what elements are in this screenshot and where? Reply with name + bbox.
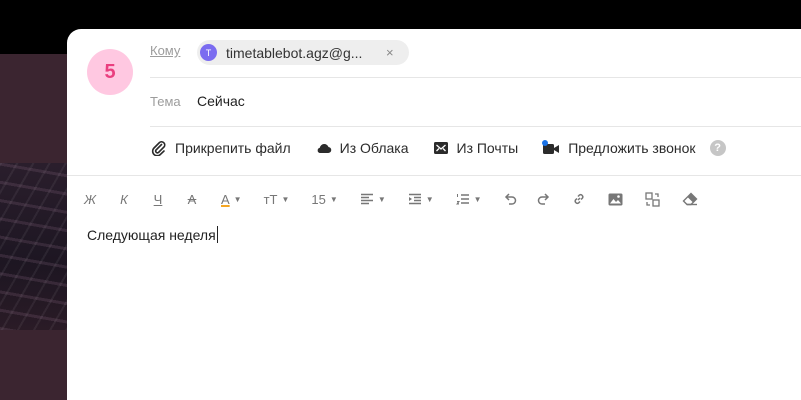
chevron-down-icon: ▼ bbox=[425, 194, 434, 204]
text-color-button[interactable]: А ▼ bbox=[221, 190, 242, 208]
recipient-chip[interactable]: T timetablebot.agz@g... × bbox=[197, 40, 409, 65]
undo-icon bbox=[504, 193, 516, 205]
recipient-email: timetablebot.agz@g... bbox=[226, 44, 363, 61]
message-body[interactable]: Следующая неделя bbox=[87, 226, 218, 243]
attach-file-label: Прикрепить файл bbox=[175, 140, 291, 156]
chevron-down-icon: ▼ bbox=[473, 194, 482, 204]
list-button[interactable]: ▼ bbox=[455, 190, 482, 208]
from-cloud-button[interactable]: Из Облака bbox=[315, 140, 409, 156]
redo-icon bbox=[537, 193, 549, 205]
text-color-label: А bbox=[221, 191, 230, 207]
image-icon bbox=[608, 193, 623, 205]
recipient-avatar: T bbox=[200, 44, 217, 61]
cloud-icon bbox=[317, 143, 331, 154]
clear-format-button[interactable] bbox=[682, 190, 698, 208]
font-size-select[interactable]: 15 ▼ bbox=[311, 190, 337, 208]
sender-avatar: 5 bbox=[87, 49, 133, 95]
numbered-list-icon bbox=[455, 194, 469, 205]
align-left-icon bbox=[360, 193, 373, 205]
text-cursor bbox=[216, 226, 218, 243]
to-label[interactable]: Кому bbox=[150, 43, 180, 58]
compose-panel: 5 Кому T timetablebot.agz@g... × Тема Се… bbox=[67, 29, 801, 400]
envelope-icon bbox=[433, 142, 448, 154]
chevron-down-icon: ▼ bbox=[233, 194, 242, 204]
align-button[interactable]: ▼ bbox=[360, 190, 386, 208]
strikethrough-button[interactable]: А bbox=[183, 190, 201, 208]
underline-button[interactable]: Ч bbox=[149, 190, 167, 208]
subject-divider bbox=[150, 126, 801, 127]
undo-button[interactable] bbox=[504, 190, 518, 208]
font-size-value: 15 bbox=[311, 191, 326, 207]
remove-recipient-icon[interactable]: × bbox=[386, 45, 394, 60]
bold-button[interactable]: Ж bbox=[81, 190, 99, 208]
eraser-icon bbox=[682, 192, 698, 206]
translate-icon bbox=[644, 191, 660, 207]
image-button[interactable] bbox=[608, 190, 623, 208]
subject-input[interactable]: Сейчас bbox=[197, 93, 245, 109]
to-divider bbox=[150, 77, 801, 78]
attachment-row: Прикрепить файл Из Облака Из Почты Предл… bbox=[151, 140, 726, 156]
attach-file-button[interactable]: Прикрепить файл bbox=[151, 140, 291, 156]
italic-button[interactable]: К bbox=[115, 190, 133, 208]
from-mail-label: Из Почты bbox=[456, 140, 519, 156]
chevron-down-icon: ▼ bbox=[329, 194, 338, 204]
paperclip-icon bbox=[151, 141, 166, 156]
translate-button[interactable] bbox=[644, 190, 660, 208]
video-call-icon bbox=[542, 140, 560, 154]
indent-button[interactable]: ▼ bbox=[408, 190, 434, 208]
chevron-down-icon: ▼ bbox=[377, 194, 386, 204]
link-icon bbox=[574, 193, 584, 205]
suggest-call-button[interactable]: Предложить звонок bbox=[542, 140, 696, 156]
from-cloud-label: Из Облака bbox=[339, 140, 409, 156]
background-photo bbox=[0, 163, 67, 330]
redo-button[interactable] bbox=[536, 190, 550, 208]
message-body-text: Следующая неделя bbox=[87, 227, 216, 243]
font-size-style-label: тТ bbox=[263, 191, 278, 207]
help-icon[interactable]: ? bbox=[709, 140, 726, 156]
from-mail-button[interactable]: Из Почты bbox=[433, 140, 519, 156]
subject-label: Тема bbox=[150, 94, 181, 109]
suggest-call-label: Предложить звонок bbox=[568, 140, 696, 156]
chevron-down-icon: ▼ bbox=[281, 194, 290, 204]
toolbar-divider bbox=[67, 175, 801, 176]
indent-icon bbox=[408, 193, 421, 205]
formatting-toolbar: Ж К Ч А А ▼ тТ ▼ 15 ▼ ▼ ▼ ▼ bbox=[81, 190, 706, 208]
font-style-button[interactable]: тТ ▼ bbox=[264, 190, 290, 208]
link-button[interactable] bbox=[572, 190, 586, 208]
